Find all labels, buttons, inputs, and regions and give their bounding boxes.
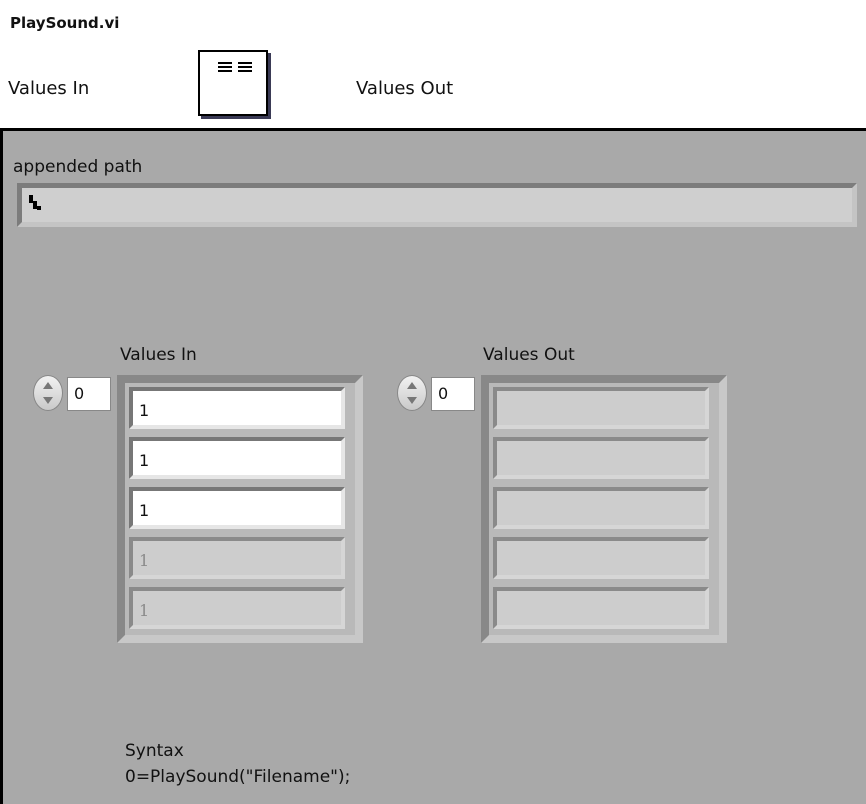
values-out-element <box>493 587 709 629</box>
vi-title: PlaySound.vi <box>10 14 120 32</box>
values-in-element[interactable]: 1 <box>129 537 345 579</box>
syntax-call: 0=PlaySound("Filename"); <box>125 767 351 787</box>
values-out-element <box>493 537 709 579</box>
values-in-index-field[interactable]: 0 <box>67 377 111 411</box>
values-out-element <box>493 487 709 529</box>
values-in-index-spinner[interactable] <box>33 375 63 411</box>
front-panel: appended path Values In 0 1 1 1 1 1 Valu… <box>0 128 866 804</box>
values-in-element[interactable]: 1 <box>129 487 345 529</box>
syntax-title: Syntax <box>125 741 184 761</box>
values-out-element <box>493 437 709 479</box>
path-icon <box>29 195 41 210</box>
list-glyph-left <box>218 62 232 76</box>
connector-values-in-label: Values In <box>8 78 90 99</box>
values-in-element[interactable]: 1 <box>129 387 345 429</box>
values-in-array-label: Values In <box>120 345 197 365</box>
array-to-array-icon <box>198 50 268 116</box>
values-out-element <box>493 387 709 429</box>
appended-path-field[interactable] <box>17 183 857 227</box>
appended-path-label: appended path <box>13 157 143 177</box>
values-out-index-field[interactable]: 0 <box>431 377 475 411</box>
connector-values-out-label: Values Out <box>356 78 454 99</box>
values-out-index-spinner[interactable] <box>397 375 427 411</box>
values-in-element[interactable]: 1 <box>129 587 345 629</box>
values-out-array-label: Values Out <box>483 345 575 365</box>
values-in-array: 1 1 1 1 1 <box>117 375 363 643</box>
values-out-array <box>481 375 727 643</box>
list-glyph-right <box>238 62 252 76</box>
values-in-element[interactable]: 1 <box>129 437 345 479</box>
